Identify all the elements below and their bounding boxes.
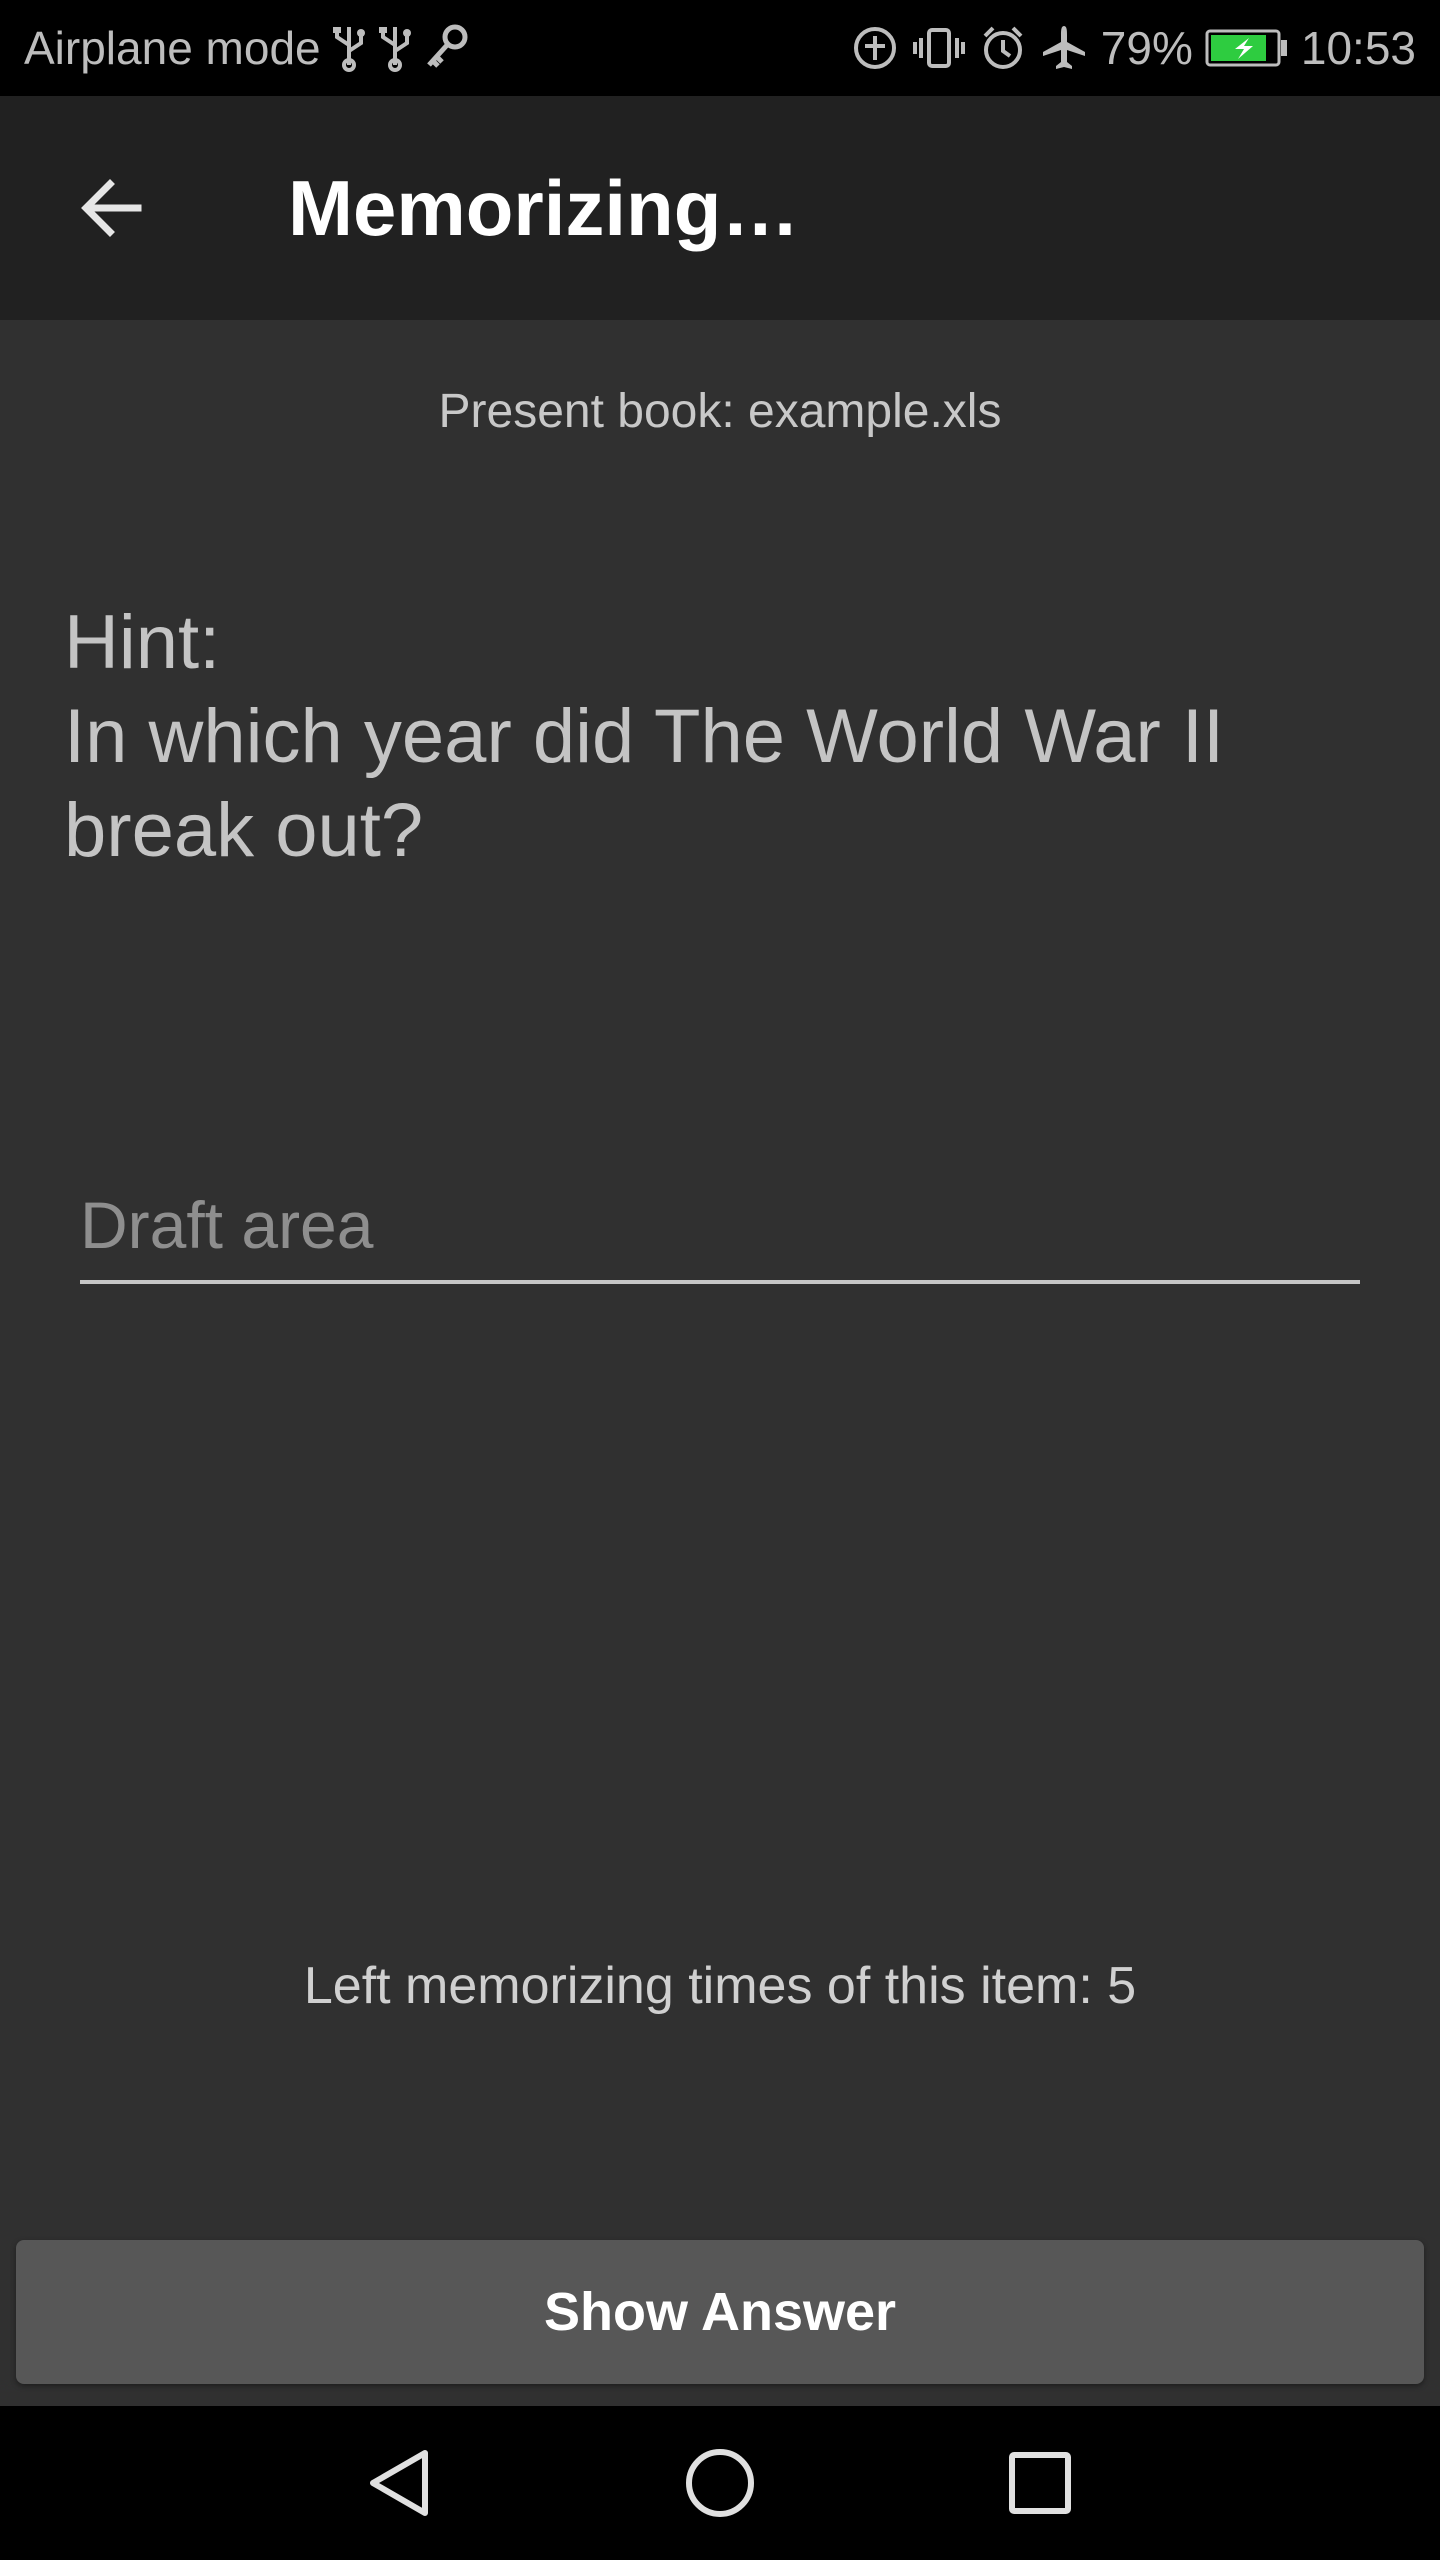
recents-square-icon: [1009, 2452, 1071, 2514]
present-book-label: Present book: example.xls: [438, 385, 1002, 438]
page-title: Memorizing…: [288, 163, 800, 252]
vibrate-icon: [911, 24, 967, 72]
nav-bar: [0, 2406, 1440, 2560]
status-left: Airplane mode: [24, 21, 851, 75]
draft-area-input[interactable]: [80, 1170, 1360, 1280]
nav-home-button[interactable]: [640, 2406, 800, 2560]
airplane-icon: [1039, 23, 1089, 73]
status-bar: Airplane mode 79% 10:53: [0, 0, 1440, 96]
hint-block: Hint: In which year did The World War II…: [64, 596, 1384, 878]
hint-question: In which year did The World War II break…: [64, 694, 1246, 873]
battery-percent: 79%: [1100, 22, 1193, 74]
show-answer-button[interactable]: Show Answer: [16, 2240, 1424, 2384]
app-bar: Memorizing…: [0, 96, 1440, 320]
clock-time: 10:53: [1300, 22, 1416, 74]
nav-recents-button[interactable]: [960, 2406, 1120, 2560]
home-circle-icon: [686, 2449, 754, 2517]
arrow-back-icon: [81, 179, 142, 237]
back-triangle-icon: [370, 2450, 428, 2516]
data-saver-icon: [851, 24, 899, 72]
alarm-icon: [979, 24, 1027, 72]
status-right: 79% 10:53: [851, 21, 1416, 75]
usb-icon: [331, 23, 367, 73]
draft-area-field[interactable]: [80, 1170, 1360, 1284]
airplane-mode-text: Airplane mode: [24, 22, 321, 74]
nav-back-button[interactable]: [320, 2406, 480, 2560]
usb-icon: [377, 23, 413, 73]
back-button[interactable]: [48, 144, 176, 272]
left-memorizing-times: Left memorizing times of this item: 5: [303, 1957, 1137, 2015]
battery-charging-icon: [1205, 28, 1289, 68]
hint-label: Hint:: [64, 600, 221, 685]
key-icon: [423, 23, 469, 73]
